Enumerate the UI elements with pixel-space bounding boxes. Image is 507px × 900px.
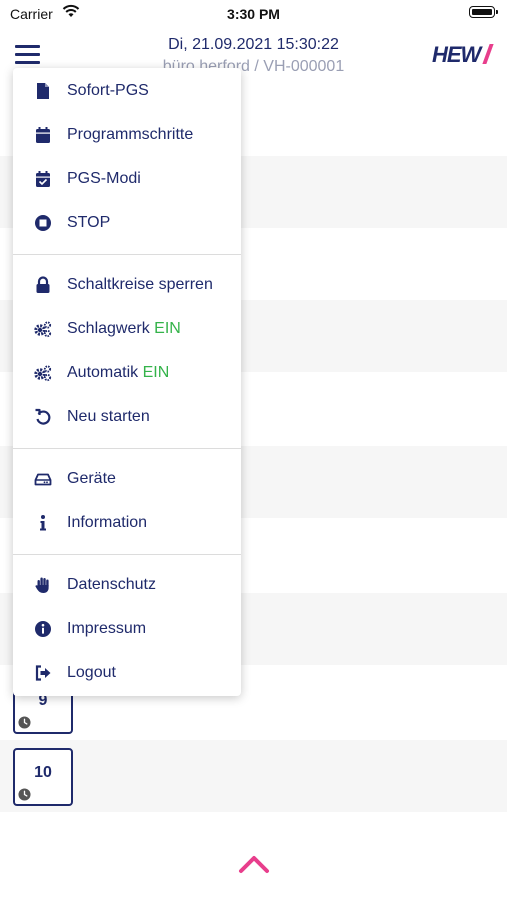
calendar-icon	[36, 127, 50, 143]
menu-item-label: PGS-Modi	[67, 170, 141, 187]
menu-item-schaltkreise-sperren[interactable]: Schaltkreise sperren	[13, 265, 241, 305]
logout-icon	[35, 665, 51, 681]
menu-item-programmschritte[interactable]: Programmschritte	[13, 115, 241, 155]
gears-icon	[34, 321, 52, 338]
menu-item-datenschutz[interactable]: Datenschutz	[13, 565, 241, 605]
lock-icon	[36, 276, 50, 293]
menu-divider	[13, 254, 241, 255]
menu-item-label: Impressum	[67, 620, 147, 637]
header-datetime: Di, 21.09.2021 15:30:22	[168, 36, 339, 53]
menu-item-label: Information	[67, 514, 148, 531]
menu-item-impressum[interactable]: Impressum	[13, 609, 241, 649]
menu-item-logout[interactable]: Logout	[13, 653, 241, 693]
menu-item-information[interactable]: Information	[13, 503, 241, 543]
clock-icon	[18, 788, 31, 801]
document-icon	[37, 83, 49, 99]
hew-logo: HEW	[432, 42, 494, 68]
navigation-menu: Sofort-PGS Programmschritte PGS-Modi STO…	[13, 68, 241, 696]
battery-icon	[469, 6, 498, 18]
status-on-badge: EIN	[154, 320, 181, 337]
hand-icon	[35, 577, 49, 593]
menu-item-label: Sofort-PGS	[67, 82, 149, 99]
menu-item-sofort-pgs[interactable]: Sofort-PGS	[13, 71, 241, 111]
menu-item-geraete[interactable]: Geräte	[13, 459, 241, 499]
chevron-up-icon[interactable]	[238, 854, 270, 874]
clock: 3:30 PM	[227, 6, 280, 22]
menu-divider	[13, 448, 241, 449]
menu-item-label: Geräte	[67, 470, 116, 487]
info-icon	[40, 515, 46, 531]
menu-item-text: Schlagwerk	[67, 320, 150, 337]
menu-item-label: Logout	[67, 664, 116, 681]
calendar-check-icon	[36, 171, 50, 187]
menu-item-label: Automatik EIN	[67, 364, 169, 382]
menu-item-neu-starten[interactable]: Neu starten	[13, 397, 241, 437]
device-icon	[34, 473, 52, 486]
status-bar: Carrier 3:30 PM	[0, 0, 507, 28]
menu-item-automatik[interactable]: Automatik EIN	[13, 353, 241, 393]
menu-item-label: Schaltkreise sperren	[67, 276, 213, 293]
restart-icon	[35, 408, 51, 425]
logo-text: HEW	[432, 42, 481, 67]
menu-item-text: Automatik	[67, 364, 139, 381]
menu-item-label: Neu starten	[67, 408, 150, 425]
menu-item-stop[interactable]: STOP	[13, 203, 241, 243]
info-circle-icon	[35, 621, 51, 637]
menu-item-label: Schlagwerk EIN	[67, 320, 181, 338]
menu-item-pgs-modi[interactable]: PGS-Modi	[13, 159, 241, 199]
list-row-bg	[0, 740, 507, 812]
menu-divider	[13, 554, 241, 555]
menu-item-label: Programmschritte	[67, 126, 194, 143]
tile-number: 10	[34, 764, 52, 781]
menu-item-label: Datenschutz	[67, 576, 156, 593]
program-tile[interactable]: 10	[13, 748, 73, 806]
gears-icon	[34, 365, 52, 382]
status-on-badge: EIN	[142, 364, 170, 381]
clock-icon	[18, 716, 31, 729]
menu-item-schlagwerk[interactable]: Schlagwerk EIN	[13, 309, 241, 349]
logo-accent	[482, 44, 494, 64]
menu-item-label: STOP	[67, 214, 111, 231]
stop-icon	[35, 215, 51, 231]
